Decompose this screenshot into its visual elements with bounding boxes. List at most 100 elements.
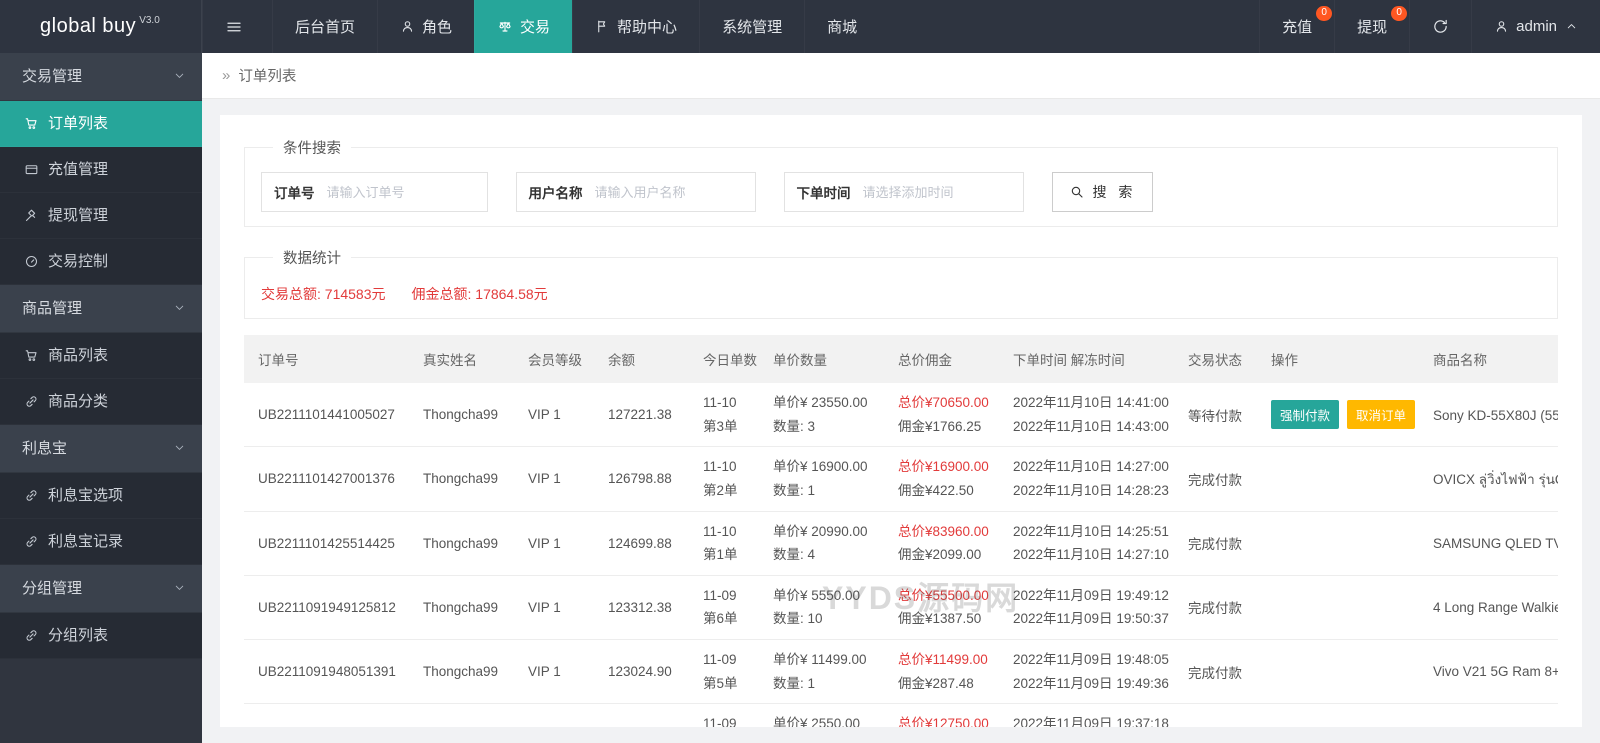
cart-icon (24, 348, 39, 363)
cell-times: 2022年11月10日 14:41:00 2022年11月10日 14:43:00 (999, 383, 1174, 448)
sidebar-toggle-button[interactable] (202, 0, 272, 53)
cell-order-no: UB2211101425514425 (244, 511, 409, 576)
search-button[interactable]: 搜 索 (1051, 172, 1154, 212)
cell-balance: 122706.15 (594, 703, 689, 727)
cell-status: 完成付款 (1174, 511, 1257, 576)
sidebar-group-label: 分组管理 (22, 580, 83, 597)
table-header-cell: 今日单数 (689, 335, 759, 383)
nav-item-3[interactable]: 交易 (474, 0, 573, 53)
recharge-button[interactable]: 充值 0 (1259, 0, 1334, 53)
cell-status: 完成付款 (1174, 703, 1257, 727)
nav-item-2[interactable]: 角色 (377, 0, 474, 53)
nav-item-label: 交易 (520, 19, 551, 36)
sidebar-item[interactable]: 利息宝选项 (0, 473, 202, 519)
content-card: 条件搜索 订单号 用户名称 下单时间 搜 索 数据统计 交易总额: 714583元 佣… (220, 115, 1582, 727)
table-header-cell: 交易状态 (1174, 335, 1257, 383)
cell-real-name: Thongcha99 (409, 703, 514, 727)
field-label: 用户名称 (528, 186, 583, 201)
stats-panel-legend: 数据统计 (283, 251, 341, 267)
cell-balance: 123024.90 (594, 639, 689, 705)
sidebar-group[interactable]: 利息宝 (0, 425, 202, 473)
sidebar-item[interactable]: 订单列表 (0, 101, 202, 147)
sidebar-item[interactable]: 商品列表 (0, 333, 202, 379)
cell-price-qty: 单价¥ 16900.00 数量: 1 (759, 446, 884, 512)
cell-total-commission: 总价¥16900.00 佣金¥422.50 (884, 446, 999, 512)
table-row: UB2211091949125812 Thongcha99 VIP 1 123312.… (244, 575, 1558, 641)
field-input[interactable] (862, 173, 1023, 211)
cell-product: 4 Long Range Walkie Ta (1419, 575, 1558, 641)
recharge-badge: 0 (1316, 6, 1333, 21)
cell-price-qty: 单价¥ 23550.00 数量: 3 (759, 383, 884, 448)
link-icon (24, 488, 39, 503)
cell-order-no: UB2211091948051391 (244, 639, 409, 705)
card-icon (24, 162, 39, 177)
field-input[interactable] (594, 173, 755, 211)
gauge-icon (24, 254, 39, 269)
link-icon (24, 394, 39, 409)
cell-total-commission: 总价¥70650.00 佣金¥1766.25 (884, 383, 999, 448)
sidebar-item[interactable]: 充值管理 (0, 147, 202, 193)
nav-item-label: 系统管理 (722, 19, 783, 36)
cell-actions (1257, 511, 1419, 576)
table-header-cell: 单价数量 (759, 335, 884, 383)
cell-times: 2022年11月09日 19:37:182022年11月09日 19:38:45 (999, 703, 1174, 727)
content: 条件搜索 订单号 用户名称 下单时间 搜 索 数据统计 交易总额: 714583元 佣… (202, 99, 1600, 743)
cancel-order-button[interactable]: 取消订单 (1347, 400, 1416, 430)
cell-balance: 124699.88 (594, 511, 689, 576)
cell-order-no: UB2211091949125812 (244, 575, 409, 641)
user-menu[interactable]: admin (1471, 0, 1600, 53)
nav-item-6[interactable]: 商城 (804, 0, 879, 53)
cell-vip-level: VIP 1 (514, 446, 594, 512)
refresh-button[interactable] (1409, 0, 1471, 53)
cell-price-qty: 单价¥ 5550.00 数量: 10 (759, 575, 884, 641)
force-pay-button[interactable]: 强制付款 (1271, 400, 1340, 430)
sidebar-group[interactable]: 分组管理 (0, 565, 202, 613)
cell-total-commission: 总价¥83960.00 佣金¥2099.00 (884, 511, 999, 576)
stats-panel: 数据统计 交易总额: 714583元 佣金总额: 17864.58元 (244, 247, 1558, 319)
withdraw-button[interactable]: 提现 0 (1334, 0, 1409, 53)
sidebar-item[interactable]: 交易控制 (0, 239, 202, 285)
cell-product: OVICX ลู่วิ่งไฟฟ้า รุ่นQ2S T (1419, 446, 1558, 512)
user-icon (1494, 19, 1509, 34)
sidebar-item-label: 利息宝选项 (48, 486, 124, 504)
nav-item-1[interactable]: 后台首页 (272, 0, 377, 53)
search-panel-legend: 条件搜索 (283, 141, 341, 157)
sidebar-item[interactable]: 分组列表 (0, 613, 202, 659)
cell-today-orders: 11-09 第5单 (689, 639, 759, 705)
field-input[interactable] (326, 173, 487, 211)
brand-name: global buy (40, 15, 137, 37)
sidebar-item[interactable]: 利息宝记录 (0, 519, 202, 565)
cell-status: 完成付款 (1174, 639, 1257, 705)
sidebar-group[interactable]: 商品管理 (0, 285, 202, 333)
table-header-cell: 真实姓名 (409, 335, 514, 383)
sidebar-group-label: 商品管理 (22, 300, 83, 317)
orders-table: 订单号 真实姓名 会员等级 余额 今日单数 单价数量 总价佣金 下单时间 解冻时间 交易状态 操作… (244, 335, 1558, 727)
nav-item-label: 帮助中心 (617, 19, 678, 36)
cell-real-name: Thongcha99 (409, 575, 514, 641)
sidebar-item[interactable]: 商品分类 (0, 379, 202, 425)
sidebar-item-label: 商品列表 (48, 346, 109, 364)
cell-times: 2022年11月10日 14:25:51 2022年11月10日 14:27:10 (999, 511, 1174, 576)
table-header-cell: 操作 (1257, 335, 1419, 383)
cell-product: SAMSUNG QLED TV 4K (1419, 511, 1558, 576)
sidebar-item[interactable]: 提现管理 (0, 193, 202, 239)
search-panel: 条件搜索 订单号 用户名称 下单时间 搜 索 (244, 137, 1558, 227)
cell-today-orders: 11-10 第1单 (689, 511, 759, 576)
sidebar-group[interactable]: 交易管理 (0, 53, 202, 101)
link-icon (24, 534, 39, 549)
cell-order-no: UB2211091937189717 (244, 703, 409, 727)
cell-actions: 强制付款 取消订单 (1257, 383, 1419, 448)
field-label: 下单时间 (796, 186, 851, 201)
nav-item-label: 后台首页 (295, 19, 356, 36)
chevron-down-icon (173, 441, 186, 454)
sidebar-item-label: 订单列表 (48, 114, 109, 132)
chevron-down-icon (173, 301, 186, 314)
table-header-cell: 订单号 (244, 335, 409, 383)
link-icon (24, 628, 39, 643)
table-header-cell: 会员等级 (514, 335, 594, 383)
nav-item-4[interactable]: 帮助中心 (572, 0, 699, 53)
cell-vip-level: VIP 1 (514, 383, 594, 448)
cell-total-commission: 总价¥55500.00 佣金¥1387.50 (884, 575, 999, 641)
sidebar-item-label: 充值管理 (48, 160, 109, 178)
nav-item-5[interactable]: 系统管理 (699, 0, 804, 53)
